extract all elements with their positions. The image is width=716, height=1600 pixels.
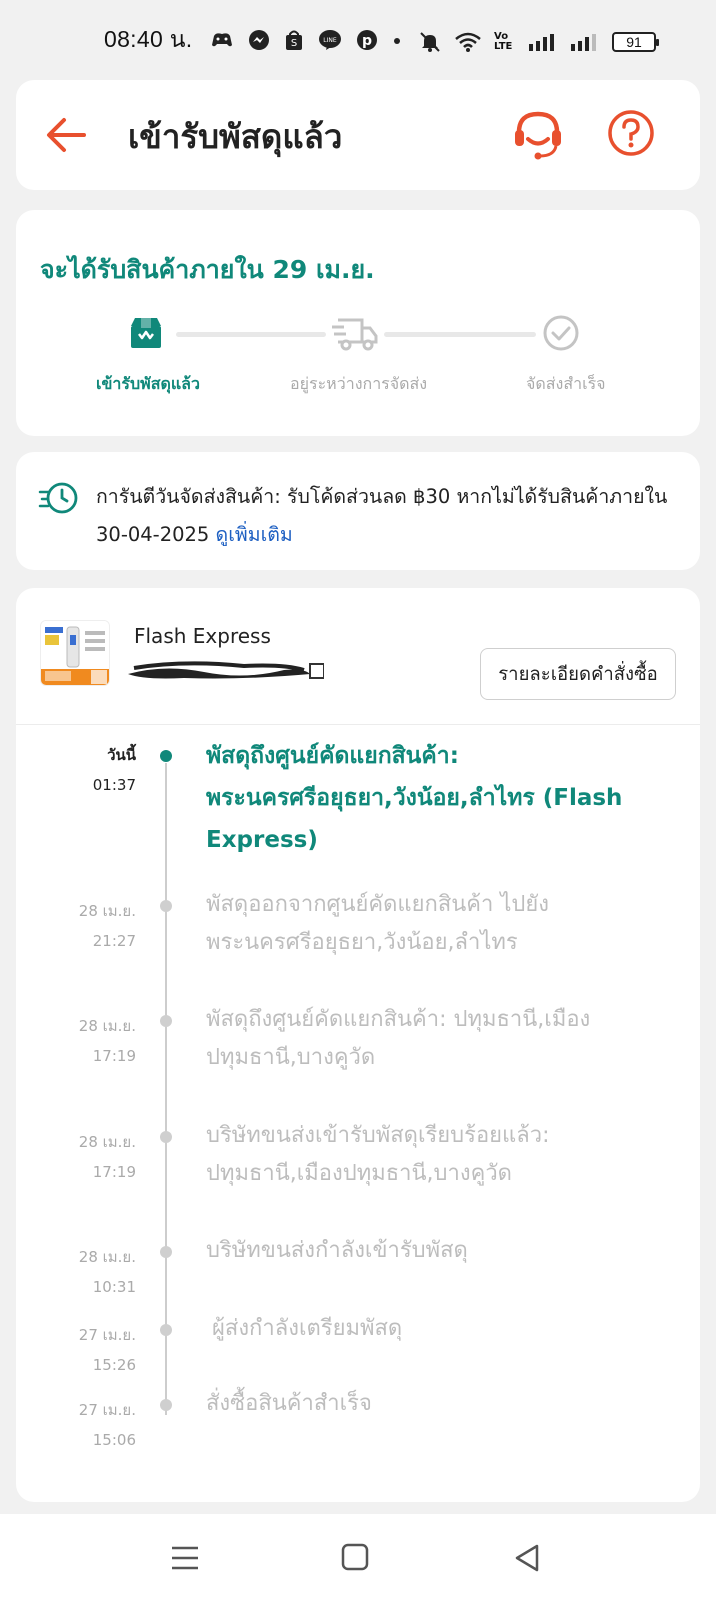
timeline-text: พัสดุออกจากศูนย์คัดแยกสินค้า ไปยัง พระนค… [206,892,550,955]
system-icons: Vo LTE 91 [418,30,659,54]
pinterest-icon: p [357,30,378,50]
game-icon [212,33,233,47]
shopping-bag-icon: S [286,30,303,50]
timeline-text: บริษัทขนส่งกำลังเข้ารับพัสดุ [206,1238,468,1263]
timeline-day: 27 เม.ย. [78,1326,136,1344]
status-time: 08:40 น. [104,26,193,52]
timeline-line [165,763,167,1415]
timeline-date: 28 เม.ย. 17:19 [79,1011,136,1071]
timeline-day: วันนี้ [107,746,136,764]
timeline-day: 28 เม.ย. [78,902,136,920]
timeline-date: 28 เม.ย. 21:27 [79,896,136,956]
timeline-dot [160,900,172,912]
signal-icon [529,34,554,51]
timeline-time: 21:27 [92,932,136,950]
svg-text:LINE: LINE [324,37,338,44]
help-icon[interactable] [606,108,656,158]
timeline-day: 28 เม.ย. [78,1017,136,1035]
timeline-dot [160,1131,172,1143]
timeline-text: พัสดุถึงศูนย์คัดแยกสินค้า: ปทุมธานี,เมือ… [206,1007,591,1070]
timer-guarantee-icon [38,482,78,514]
package-icon [131,318,161,348]
header-bar: เข้ารับพัสดุแล้ว [16,80,700,190]
system-navigation-bar [0,1514,716,1600]
wifi-icon [455,32,481,52]
timeline-dot [160,1399,172,1411]
product-thumbnail[interactable] [40,620,110,686]
step-label-in-transit: อยู่ระหว่างการจัดส่ง [290,374,428,393]
signal-icon-2 [571,34,596,51]
delivery-truck-icon [332,318,378,351]
battery-indicator: 91 [612,32,659,52]
status-bar: 08:40 น. S LINE p Vo LTE 91 [0,0,716,80]
order-details-button[interactable]: รายละเอียดคำสั่งซื้อ [480,648,676,700]
progress-line-2 [384,332,536,337]
line-app-icon: LINE [319,30,342,50]
delivery-status-card: จะได้รับสินค้าภายใน 29 เม.ย. เข้ารับพัสด… [16,210,700,436]
back-arrow-icon[interactable] [42,110,92,160]
timeline-time: 15:26 [92,1356,136,1374]
timeline-time: 17:19 [92,1047,136,1065]
home-icon[interactable] [338,1540,374,1576]
timeline-date: วันนี้ 01:37 [93,740,136,800]
timeline-text: บริษัทขนส่งเข้ารับพัสดุเรียบร้อยแล้ว: ปท… [206,1123,550,1186]
timeline-day: 28 เม.ย. [78,1133,136,1151]
mute-bell-icon [420,32,440,52]
timeline-time: 15:06 [92,1431,136,1449]
timeline-time: 10:31 [92,1278,136,1296]
see-more-link[interactable]: ดูเพิ่มเติม [216,523,293,546]
timeline-time: 17:19 [92,1163,136,1181]
timeline-dot [160,1246,172,1258]
tracking-card: Flash Express รายละเอียดคำสั่งซื้อ วันนี… [16,588,700,1502]
back-nav-icon[interactable] [510,1540,546,1576]
timeline-time: 01:37 [92,776,136,794]
guarantee-text-block: การันตีวันจัดส่งสินค้า: รับโค้ดส่วนลด ฿3… [96,478,676,554]
step-label-picked-up: เข้ารับพัสดุแล้ว [96,374,200,393]
dot-icon [394,38,401,44]
timeline-dot [160,1015,172,1027]
timeline-date: 28 เม.ย. 17:19 [79,1127,136,1187]
volte-label: Vo LTE [494,31,513,52]
progress-line-1 [176,332,326,337]
redacted-tracking-number [128,661,324,679]
timeline-text: ผู้ส่งกำลังเตรียมพัสดุ [212,1316,403,1341]
page-title: เข้ารับพัสดุแล้ว [128,117,343,156]
timeline-dot-active [160,750,172,762]
timeline-date: 27 เม.ย. 15:06 [79,1395,136,1455]
notification-icons: S LINE p [210,29,402,51]
messenger-icon [249,30,270,50]
step-label-delivered: จัดส่งสำเร็จ [526,374,606,393]
delivery-guarantee-card: การันตีวันจัดส่งสินค้า: รับโค้ดส่วนลด ฿3… [16,452,700,570]
timeline-day: 27 เม.ย. [78,1401,136,1419]
timeline-date: 27 เม.ย. 15:26 [79,1320,136,1380]
svg-text:S: S [291,38,297,49]
timeline-day: 28 เม.ย. [78,1248,136,1266]
menu-icon[interactable] [168,1540,204,1576]
timeline-text: สั่งซื้อสินค้าสำเร็จ [206,1391,372,1416]
check-circle-icon [543,315,579,351]
svg-text:p: p [362,33,372,49]
timeline-dot [160,1324,172,1336]
guarantee-text: การันตีวันจัดส่งสินค้า: รับโค้ดส่วนลด ฿3… [96,485,668,546]
customer-support-icon[interactable] [510,106,566,162]
eta-text: จะได้รับสินค้าภายใน 29 เม.ย. [40,255,375,284]
timeline-date: 28 เม.ย. 10:31 [79,1242,136,1302]
carrier-name: Flash Express [134,624,271,648]
product-image-icon [41,621,109,685]
timeline-text: พัสดุถึงศูนย์คัดแยกสินค้า: พระนครศรีอยุธ… [206,743,623,853]
divider [16,724,700,725]
